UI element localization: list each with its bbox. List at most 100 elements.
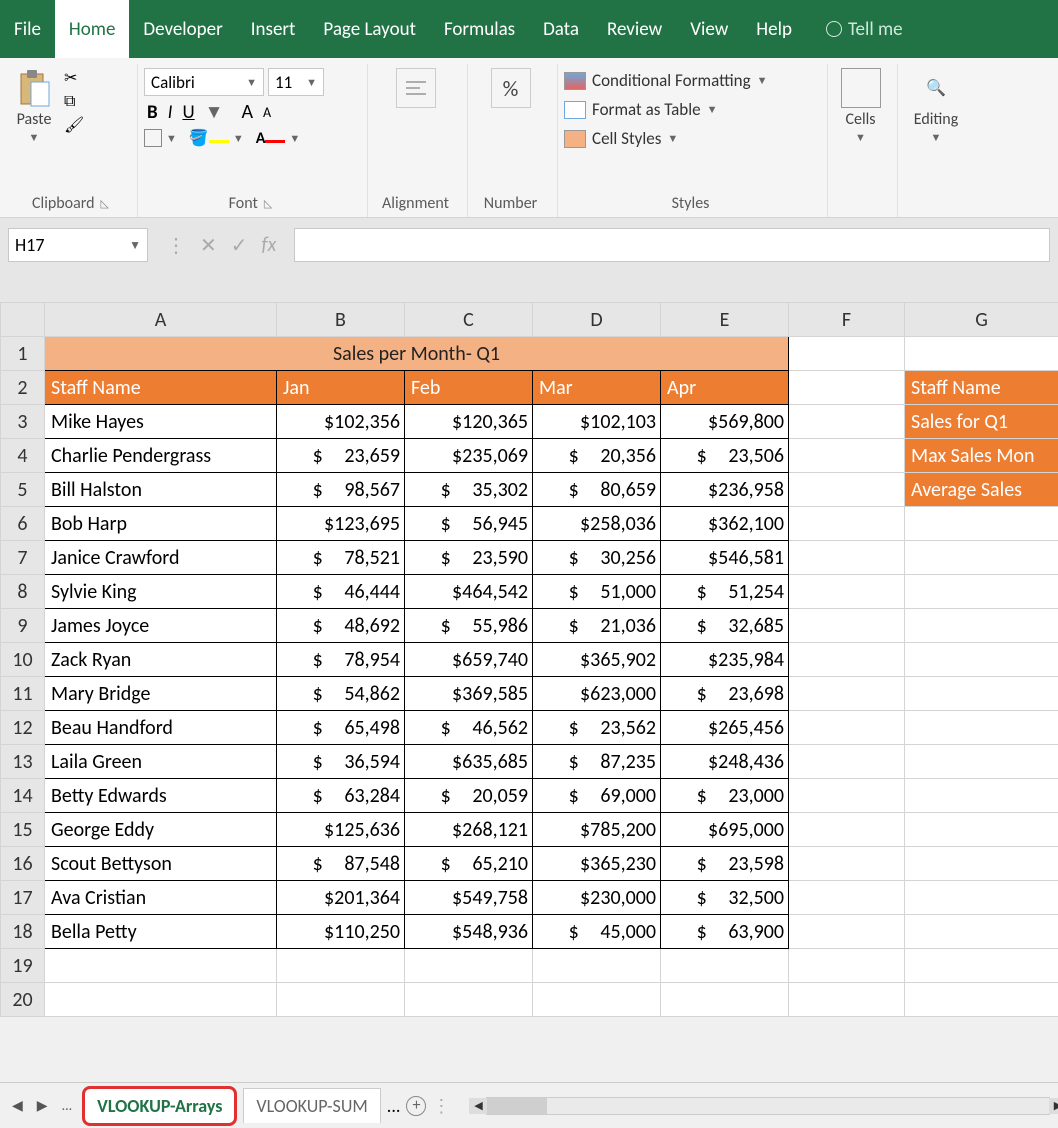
data-cell[interactable]: $ 78,954 (277, 643, 405, 677)
sheet-more-icon[interactable]: ... (387, 1095, 401, 1117)
data-cell[interactable]: $ 98,567 (277, 473, 405, 507)
sheet-tab-vlookup-sum[interactable]: VLOOKUP-SUM (243, 1088, 380, 1123)
data-cell[interactable]: $ 23,659 (277, 439, 405, 473)
cell[interactable] (533, 949, 661, 983)
tell-me-search[interactable]: Tell me (812, 0, 917, 58)
data-cell[interactable]: $125,636 (277, 813, 405, 847)
cell[interactable] (905, 643, 1058, 677)
cell[interactable] (789, 371, 905, 405)
data-cell[interactable]: $235,984 (661, 643, 789, 677)
alignment-button[interactable] (374, 68, 457, 108)
cell[interactable] (789, 473, 905, 507)
data-cell[interactable]: $ 48,692 (277, 609, 405, 643)
row-header[interactable]: 3 (1, 405, 45, 439)
data-cell[interactable]: $ 32,500 (661, 881, 789, 915)
row-header[interactable]: 20 (1, 983, 45, 1017)
cell[interactable] (905, 745, 1058, 779)
editing-button[interactable]: 🔍Editing▼ (904, 68, 968, 144)
data-cell[interactable]: $ 30,256 (533, 541, 661, 575)
data-cell[interactable]: $659,740 (405, 643, 533, 677)
data-cell[interactable]: $695,000 (661, 813, 789, 847)
data-cell[interactable]: $102,103 (533, 405, 661, 439)
worksheet-grid[interactable]: ABCDEFG1Sales per Month- Q12Staff NameJa… (0, 302, 1058, 1017)
enter-formula-button[interactable]: ✓ (231, 233, 248, 258)
column-header[interactable]: C (405, 303, 533, 337)
tab-home[interactable]: Home (55, 0, 130, 58)
cell[interactable] (789, 439, 905, 473)
scroll-thumb[interactable] (487, 1098, 547, 1114)
cell[interactable] (661, 983, 789, 1017)
data-cell[interactable]: $236,958 (661, 473, 789, 507)
sheet-nav-next[interactable]: ▶ (33, 1097, 52, 1114)
grow-font-button[interactable]: A (238, 100, 256, 124)
cell[interactable] (789, 745, 905, 779)
formula-input[interactable] (294, 228, 1050, 262)
data-cell[interactable]: $ 23,562 (533, 711, 661, 745)
row-header[interactable]: 7 (1, 541, 45, 575)
scroll-left-button[interactable]: ◀ (469, 1098, 487, 1114)
data-cell[interactable]: $369,585 (405, 677, 533, 711)
data-cell[interactable]: $ 46,562 (405, 711, 533, 745)
data-cell[interactable]: $635,685 (405, 745, 533, 779)
cell[interactable] (533, 983, 661, 1017)
data-cell[interactable]: $ 20,059 (405, 779, 533, 813)
row-header[interactable]: 1 (1, 337, 45, 371)
data-cell[interactable]: $ 23,698 (661, 677, 789, 711)
scroll-right-button[interactable]: ▶ (1049, 1098, 1058, 1114)
data-cell[interactable]: $248,436 (661, 745, 789, 779)
cell[interactable] (405, 983, 533, 1017)
row-header[interactable]: 10 (1, 643, 45, 677)
cell[interactable] (789, 643, 905, 677)
cell[interactable] (905, 983, 1058, 1017)
cell[interactable] (905, 507, 1058, 541)
cell[interactable] (905, 677, 1058, 711)
cell[interactable] (405, 949, 533, 983)
staff-name-cell[interactable]: Janice Crawford (45, 541, 277, 575)
cell[interactable] (789, 847, 905, 881)
sheet-nav-more[interactable]: ... (58, 1097, 77, 1114)
data-cell[interactable]: $ 45,000 (533, 915, 661, 949)
number-format-button[interactable]: % (474, 68, 547, 108)
font-size-select[interactable]: 11▼ (268, 68, 324, 96)
data-cell[interactable]: $ 65,498 (277, 711, 405, 745)
row-header[interactable]: 18 (1, 915, 45, 949)
data-cell[interactable]: $ 23,598 (661, 847, 789, 881)
column-header[interactable]: G (905, 303, 1058, 337)
data-cell[interactable]: $230,000 (533, 881, 661, 915)
data-cell[interactable]: $ 65,210 (405, 847, 533, 881)
tab-file[interactable]: File (0, 0, 55, 58)
data-cell[interactable]: $ 56,945 (405, 507, 533, 541)
data-cell[interactable]: $ 23,000 (661, 779, 789, 813)
font-dialog-icon[interactable]: ◺ (264, 197, 272, 210)
cell[interactable] (789, 609, 905, 643)
shrink-font-button[interactable]: A (260, 104, 274, 121)
cell[interactable] (789, 507, 905, 541)
data-cell[interactable]: $ 63,284 (277, 779, 405, 813)
underline-button[interactable]: U (179, 101, 197, 124)
row-header[interactable]: 9 (1, 609, 45, 643)
options-icon[interactable]: ⋮ (166, 233, 186, 258)
row-header[interactable]: 15 (1, 813, 45, 847)
cell[interactable] (905, 541, 1058, 575)
data-cell[interactable]: $201,364 (277, 881, 405, 915)
cut-button[interactable]: ✂ (64, 68, 84, 88)
cell[interactable] (45, 949, 277, 983)
staff-name-cell[interactable]: Scout Bettyson (45, 847, 277, 881)
data-cell[interactable]: $569,800 (661, 405, 789, 439)
cancel-formula-button[interactable]: ✕ (200, 233, 217, 258)
data-cell[interactable]: $ 51,000 (533, 575, 661, 609)
italic-button[interactable]: I (165, 101, 176, 124)
staff-name-cell[interactable]: Mike Hayes (45, 405, 277, 439)
clipboard-dialog-icon[interactable]: ◺ (101, 197, 109, 210)
data-cell[interactable]: $ 87,548 (277, 847, 405, 881)
staff-name-cell[interactable]: James Joyce (45, 609, 277, 643)
data-cell[interactable]: $ 20,356 (533, 439, 661, 473)
cell[interactable] (905, 881, 1058, 915)
cell[interactable] (789, 575, 905, 609)
cell[interactable] (789, 983, 905, 1017)
tab-insert[interactable]: Insert (237, 0, 310, 58)
data-cell[interactable]: $ 23,590 (405, 541, 533, 575)
cell[interactable] (277, 983, 405, 1017)
format-as-table-button[interactable]: Format as Table▼ (564, 97, 817, 122)
copy-button[interactable]: ⧉ (64, 92, 84, 111)
